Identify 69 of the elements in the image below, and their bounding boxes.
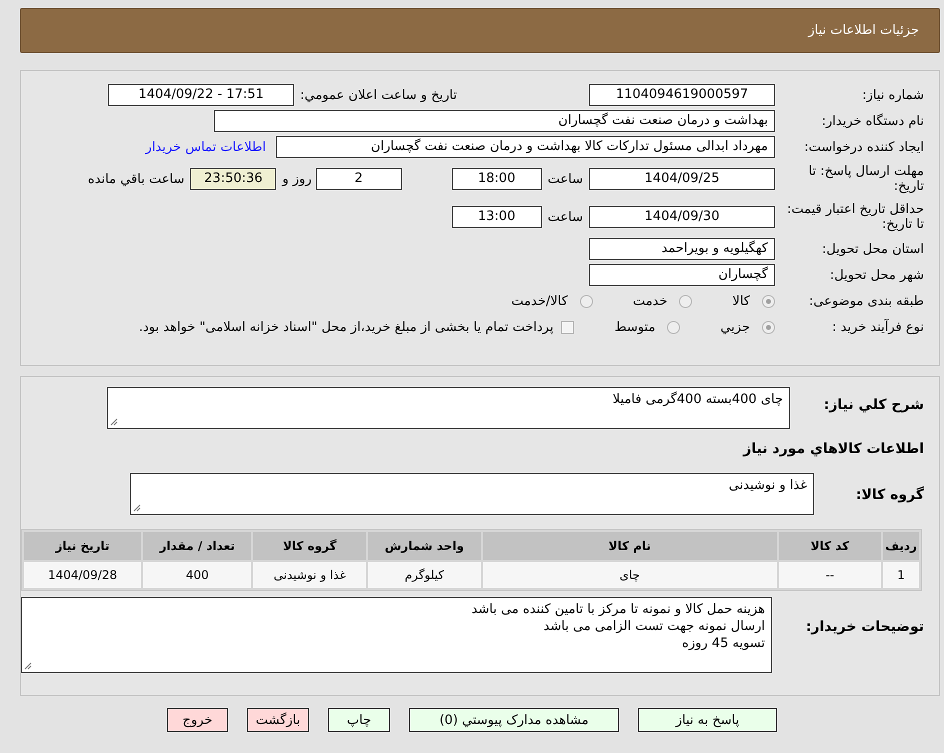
contact-link[interactable]: اطلاعات تماس خریدار — [146, 140, 266, 154]
deadline-time-field: 18:00 — [452, 168, 542, 190]
action-button[interactable]: مشاهده مدارک پیوستي (0) — [409, 708, 619, 732]
time-label: ساعت — [548, 172, 583, 186]
column-header: واحد شمارش — [368, 532, 481, 560]
days-label: روز و — [282, 172, 312, 186]
goods-group-field: غذا و نوشیدنی — [130, 473, 814, 515]
radio-button[interactable] — [679, 294, 692, 308]
field-label: توضیحات خریدار: — [804, 619, 924, 635]
table-cell: 1404/09/28 — [24, 562, 142, 588]
field-label: ایجاد کننده درخواست: — [803, 140, 924, 154]
table-cell: غذا و نوشیدنی — [253, 562, 366, 588]
column-header: ردیف — [883, 532, 919, 560]
column-header: نام کالا — [482, 532, 777, 560]
page-title: جزئیات اطلاعات نیاز — [808, 23, 919, 38]
action-button[interactable]: پاسخ به نیاز — [638, 708, 777, 732]
deadline-date-field: 1404/09/25 — [589, 168, 775, 190]
field-label: حداقل تاریخ اعتبار قیمت: تا تاریخ: — [786, 202, 924, 232]
field-label: نام دستگاه خریدار: — [820, 114, 924, 128]
checkbox[interactable] — [561, 320, 574, 334]
table-cell: کیلوگرم — [368, 562, 481, 588]
field-label: شهر محل تحویل: — [828, 268, 924, 282]
resize-grip-icon — [24, 662, 32, 670]
remaining-time-field: 23:50:36 — [190, 168, 276, 190]
resize-grip-icon — [133, 504, 141, 512]
radio-button[interactable] — [667, 320, 680, 334]
table-cell: 400 — [143, 562, 252, 588]
table-cell: چای — [482, 562, 777, 588]
radio-button[interactable] — [762, 320, 775, 334]
checkbox-label: پرداخت تمام یا بخشی از مبلغ خرید،از محل "اسناد خزانه اسلامی" خواهد بود. — [138, 320, 554, 334]
column-header: تعداد / مقدار — [143, 532, 252, 560]
field-label: گروه کالا: — [854, 487, 924, 503]
column-header: کد کالا — [778, 532, 882, 560]
province-field: کهگیلویه و بویراحمد — [589, 238, 775, 260]
resize-grip-icon — [110, 418, 118, 426]
validity-time-field: 13:00 — [452, 206, 542, 228]
field-label: مهلت ارسال پاسخ: تا تاریخ: — [808, 164, 924, 194]
action-button[interactable]: بازگشت — [247, 708, 309, 732]
need-number-field: 1104094619000597 — [589, 84, 775, 106]
time-label: ساعت — [548, 210, 583, 224]
column-header: تاریخ نیاز — [24, 532, 142, 560]
column-header: گروه کالا — [253, 532, 366, 560]
action-button[interactable]: خروج — [167, 708, 228, 732]
radio-button[interactable] — [762, 294, 775, 308]
table-cell: -- — [778, 562, 882, 588]
field-label: شرح کلي نیاز: — [822, 397, 924, 413]
summary-field: چای 400بسته 400گرمی فامیلا — [107, 387, 790, 429]
action-button[interactable]: چاپ — [328, 708, 390, 732]
radio-button[interactable] — [580, 294, 593, 308]
requester-field: مهرداد ابدالی مسئول تدارکات کالا بهداشت و درمان صنعت نفت گچساران — [276, 136, 775, 158]
radio-label: کالا — [732, 294, 750, 308]
field-label: تاریخ و ساعت اعلان عمومي: — [300, 88, 457, 102]
notes-field: هزینه حمل کالا و نمونه تا مرکز با تامین کننده می باشد ارسال نمونه جهت تست الزامی می باشد تسویه 45 روزه — [21, 597, 772, 673]
table-cell: 1 — [883, 562, 919, 588]
radio-label: کالا/خدمت — [511, 294, 568, 308]
days-field: 2 — [316, 168, 402, 190]
field-label: نوع فرآیند خرید : — [831, 320, 924, 334]
field-label: شماره نیاز: — [861, 88, 924, 102]
radio-label: جزيي — [720, 320, 750, 334]
radio-label: متوسط — [614, 320, 656, 334]
radio-label: خدمت — [632, 294, 668, 308]
remaining-label: ساعت باقي مانده — [88, 172, 184, 186]
section-heading: اطلاعات کالاهاي مورد نیاز — [742, 441, 924, 457]
city-field: گچساران — [589, 264, 775, 286]
buyer-field: بهداشت و درمان صنعت نفت گچساران — [214, 110, 775, 132]
validity-date-field: 1404/09/30 — [589, 206, 775, 228]
announce-date-field: 1404/09/22 - 17:51 — [108, 84, 294, 106]
field-label: استان محل تحویل: — [821, 242, 924, 256]
field-label: طبقه بندی موضوعی: — [808, 294, 924, 308]
